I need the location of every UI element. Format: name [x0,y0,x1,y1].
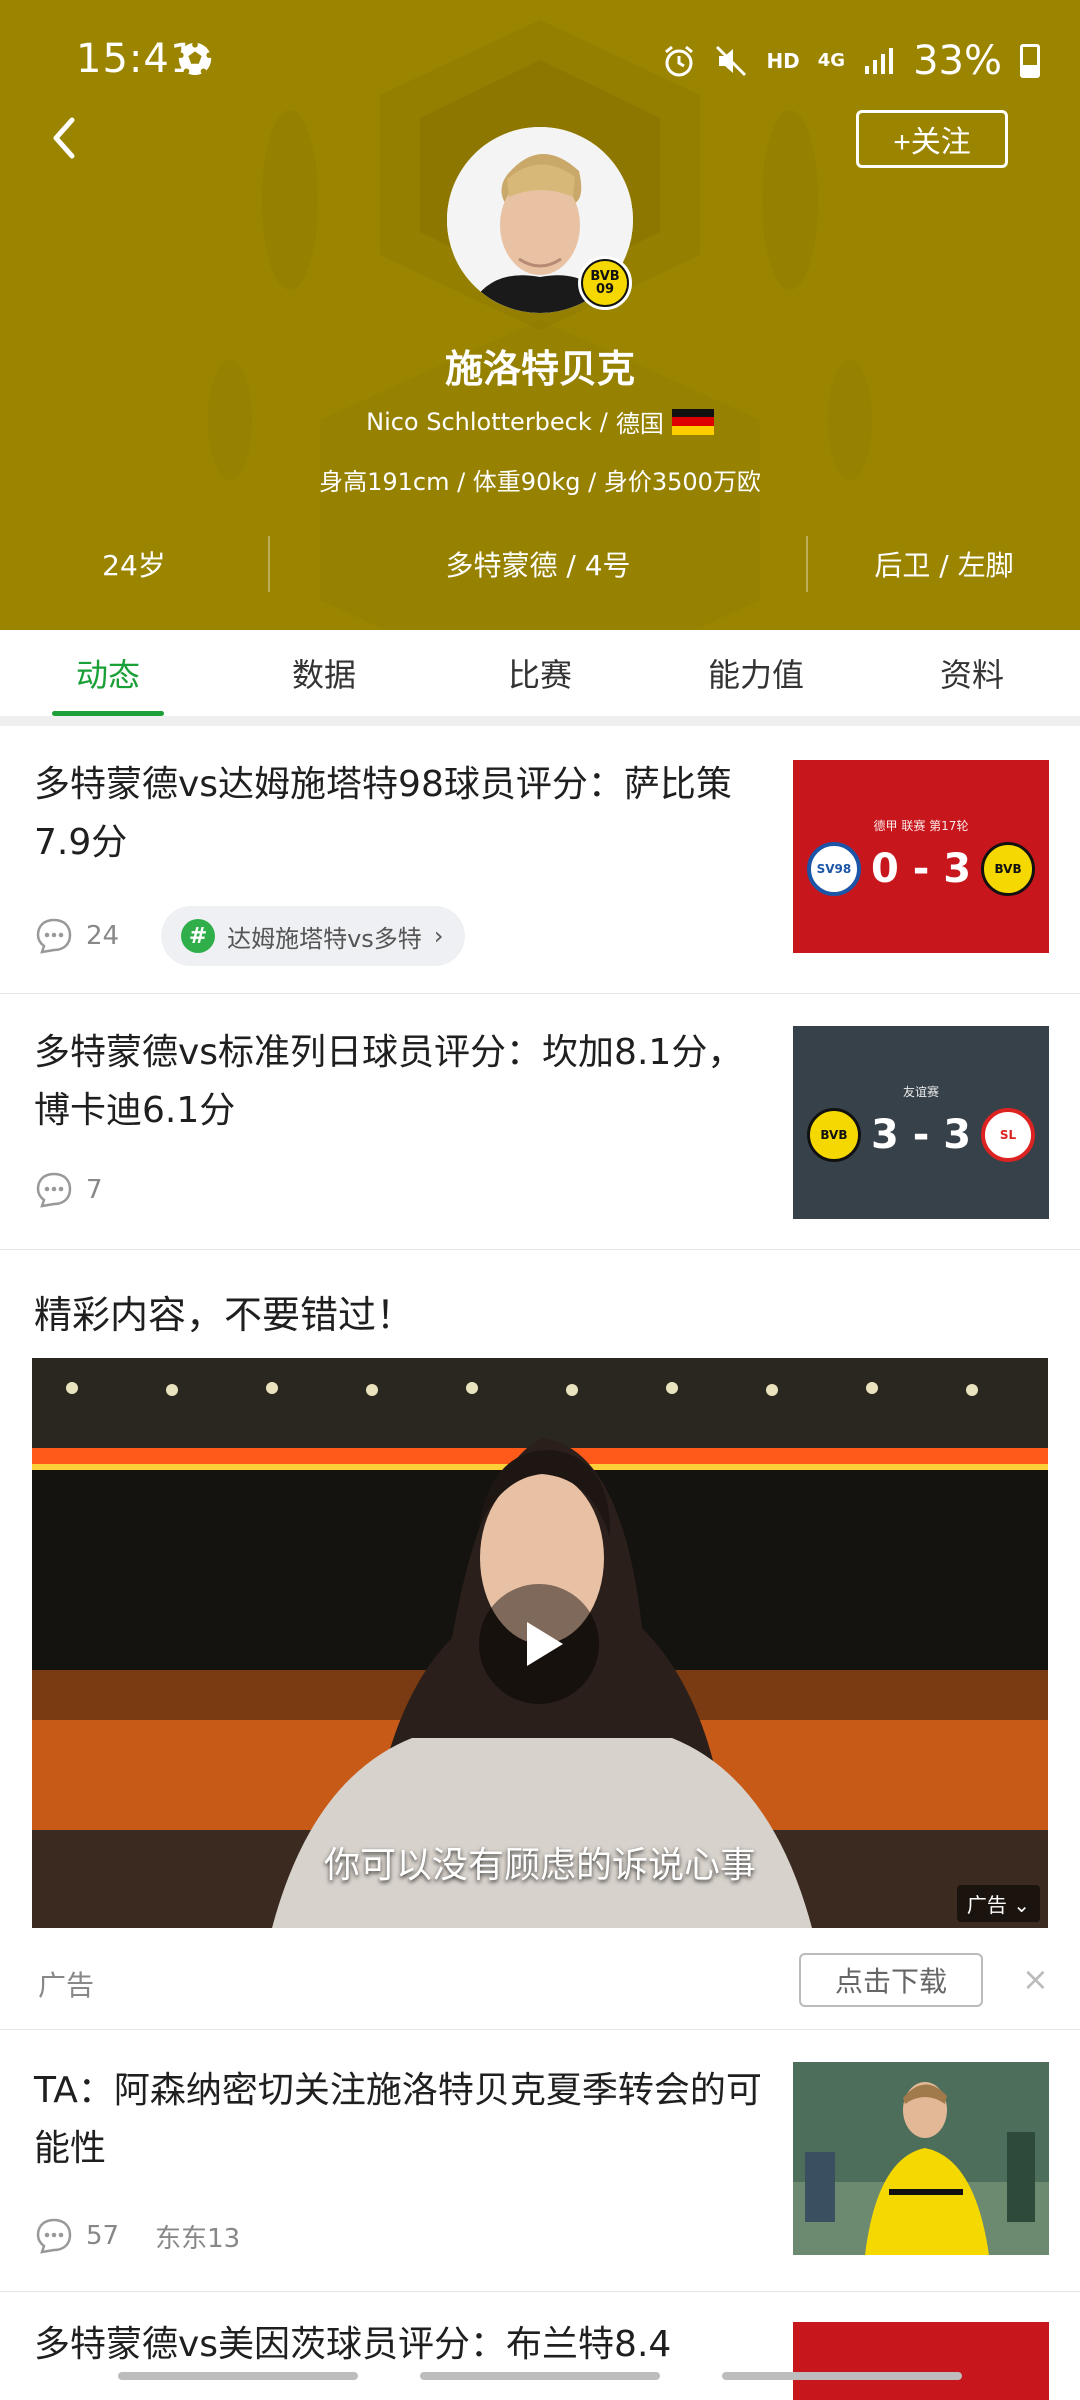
nav-bar-segment [420,2372,660,2380]
player-position: 后卫 / 左脚 [874,549,1014,582]
status-bar: 15:41 HD 4G 33% [0,30,1080,92]
comment-icon [36,918,72,954]
tab-data[interactable]: 数据 [216,630,432,716]
club-badge-year: 09 [595,282,615,297]
news-meta: 57 东东13 [34,2216,240,2256]
topic-label: 达姆施塔特vs多特 [227,924,422,953]
download-button[interactable]: 点击下载 [799,1953,983,2007]
match-competition: 德甲 联赛 第17轮 [873,819,969,833]
match-competition: 友谊赛 [902,1085,939,1099]
news-card[interactable]: 多特蒙德vs标准列日球员评分：坎加8.1分，博卡迪6.1分 7 友谊赛 BVB … [0,994,1080,1250]
player-english-name: Nico Schlotterbeck [366,407,592,436]
player-subtitle: Nico Schlotterbeck / 德国 [0,404,1080,439]
separator: / [599,407,608,436]
play-icon [527,1622,563,1666]
signal-icon [865,48,894,74]
ad-video[interactable]: 你可以没有顾虑的诉说心事 广告 ⌄ [32,1358,1048,1928]
battery-icon [1020,44,1040,78]
hashtag-icon: # [181,919,216,953]
news-card[interactable]: TA：阿森纳密切关注施洛特贝克夏季转会的可能性 57 东东13 [0,2030,1080,2292]
comment-count: 24 [86,921,120,951]
tab-ability[interactable]: 能力值 [648,630,864,716]
follow-button[interactable]: +关注 [856,110,1008,168]
bvb-logo-icon: BVB [981,842,1036,896]
player-age: 24岁 [102,549,166,582]
network-type: 4G [817,50,846,71]
match-score-thumbnail[interactable] [793,2322,1049,2400]
tab-profile[interactable]: 资料 [864,630,1080,716]
match-score-thumbnail[interactable]: 德甲 联赛 第17轮 SV98 0 - 3 BVB [793,760,1049,953]
ad-label: 广告 [38,1969,95,2002]
ad-badge-label: 广告 [966,1893,1007,1917]
chevron-right-icon: › [433,922,444,950]
player-photo [793,2062,1049,2255]
ad-badge[interactable]: 广告 ⌄ [956,1885,1040,1922]
news-card[interactable]: 多特蒙德vs达姆施塔特98球员评分：萨比策7.9分 24 # 达姆施塔特vs多特… [0,726,1080,994]
player-club-number[interactable]: 多特蒙德 / 4号 [268,536,808,592]
hd-indicator: HD [766,49,800,73]
news-title[interactable]: 多特蒙德vs标准列日球员评分：坎加8.1分，博卡迪6.1分 [34,1024,764,1140]
news-card[interactable]: 多特蒙德vs美因茨球员评分：布兰特8.4 [0,2292,1080,2400]
back-arrow-icon[interactable] [40,108,90,168]
play-button[interactable] [479,1584,599,1704]
match-score: 0 - 3 [870,846,972,892]
club-badge-icon: BVB 09 [578,256,632,310]
news-title[interactable]: 多特蒙德vs美因茨球员评分：布兰特8.4 [34,2316,764,2374]
ad-footer: 广告 点击下载 × [0,1942,1080,2030]
divider [0,716,1080,726]
germany-flag-icon [671,408,714,435]
comment-count: 7 [86,1175,103,1205]
close-icon[interactable]: × [1022,1960,1049,1998]
standard-liege-logo-icon: SL [981,1108,1036,1162]
news-title[interactable]: 多特蒙德vs达姆施塔特98球员评分：萨比策7.9分 [34,756,764,872]
promo-section-title: 精彩内容，不要错过！ [34,1293,415,1337]
topic-chip[interactable]: # 达姆施塔特vs多特 › [161,906,466,966]
comment-count: 57 [86,2221,120,2251]
player-physical-stats: 身高191cm / 体重90kg / 身价3500万欧 [319,468,761,496]
player-info-row: 24岁 多特蒙德 / 4号 后卫 / 左脚 [0,536,1080,592]
match-score: 3 - 3 [870,1112,972,1158]
news-meta: 24 # 达姆施塔特vs多特 › [34,906,466,966]
news-source: 东东13 [155,2223,241,2254]
chevron-down-icon: ⌄ [1013,1893,1030,1917]
player-nationality: 德国 [615,410,664,438]
comment-icon [36,1172,72,1208]
news-photo-thumbnail[interactable] [793,2062,1049,2255]
nav-bar-segment [722,2372,962,2380]
battery-percent: 33% [913,38,1002,84]
match-score-thumbnail[interactable]: 友谊赛 BVB 3 - 3 SL [793,1026,1049,1219]
tab-matches[interactable]: 比赛 [432,630,648,716]
mute-icon [716,45,747,77]
nav-bar-segment [118,2372,358,2380]
news-title[interactable]: TA：阿森纳密切关注施洛特贝克夏季转会的可能性 [34,2062,764,2178]
tab-news[interactable]: 动态 [0,630,216,716]
bvb-logo-icon: BVB [806,1108,861,1162]
comment-icon [36,2218,72,2254]
player-header: 15:41 HD 4G 33% +关注 BVB 09 施洛特贝克 Nico Sc… [0,0,1080,630]
player-name: 施洛特贝克 [444,347,635,391]
darmstadt-logo-icon: SV98 [806,842,861,896]
alarm-icon [665,45,694,77]
football-notification-icon [177,41,213,76]
news-meta: 7 [34,1170,103,1210]
video-subtitle: 你可以没有顾虑的诉说心事 [323,1845,756,1886]
tab-bar: 动态 数据 比赛 能力值 资料 [0,630,1080,716]
